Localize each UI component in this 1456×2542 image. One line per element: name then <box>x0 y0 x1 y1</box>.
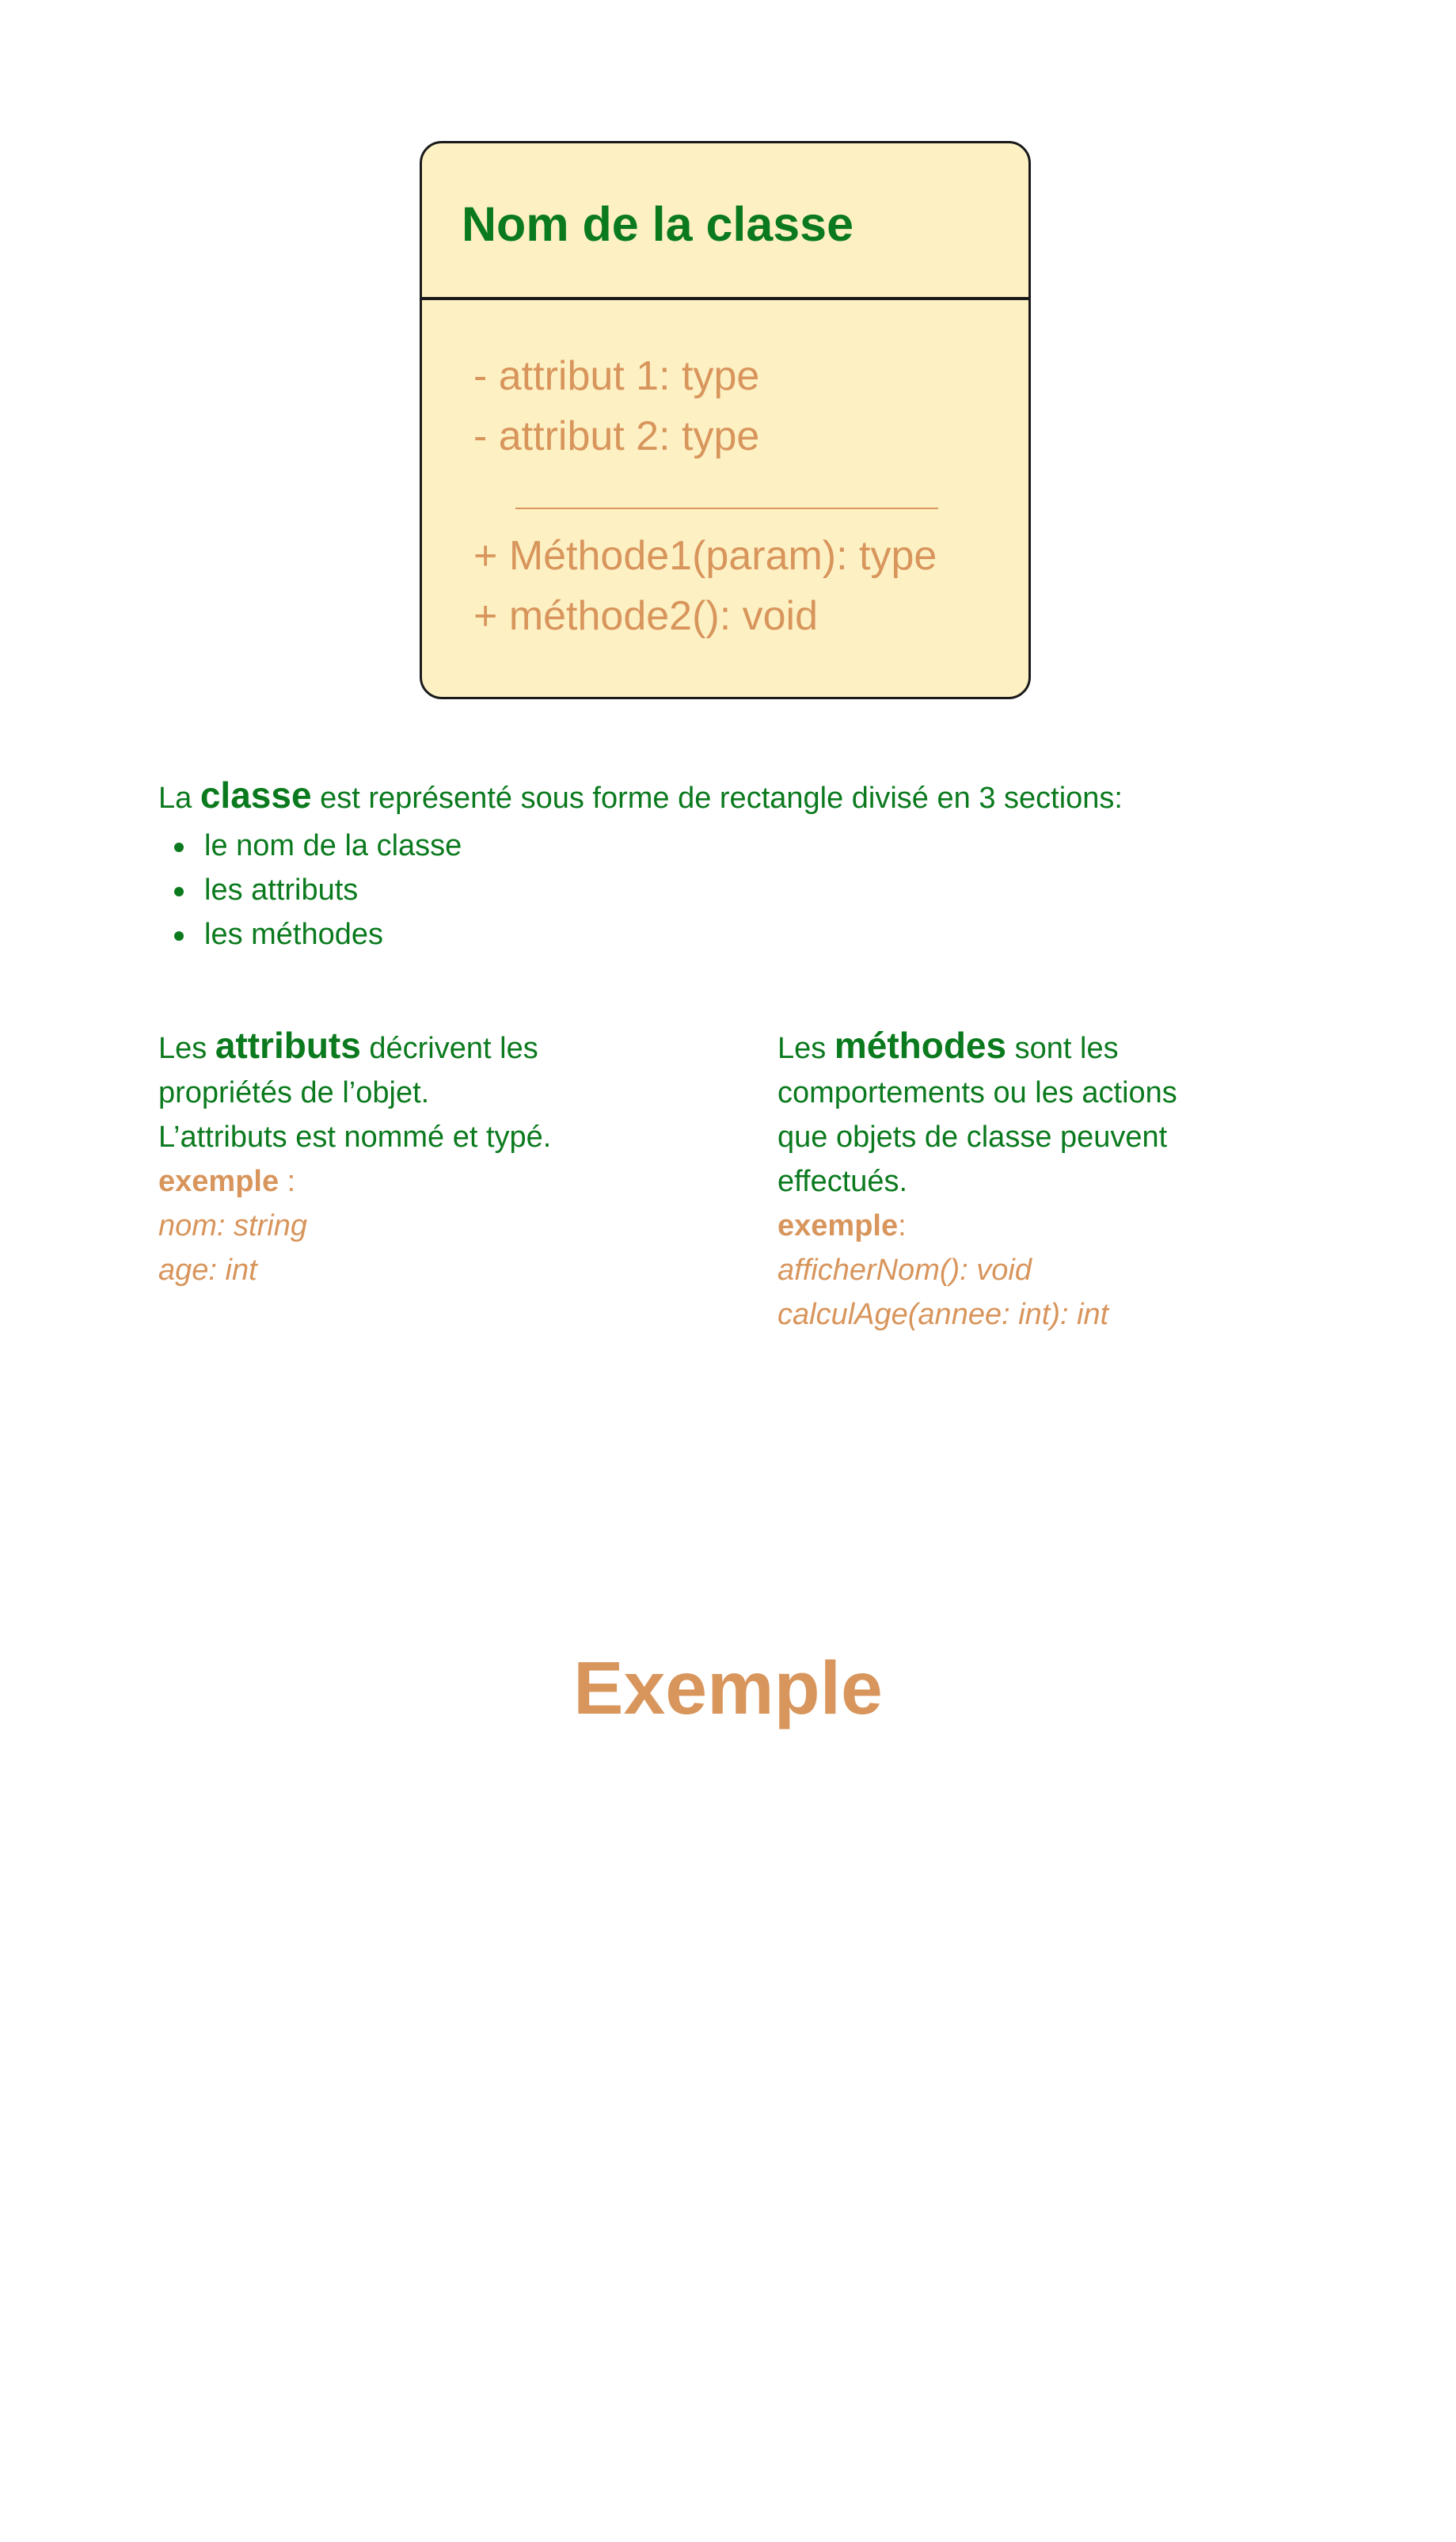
methods-line-1: Les méthodes sont les <box>777 1023 1177 1071</box>
attributes-line-1: Les attributs décrivent les <box>158 1023 551 1071</box>
methods-example-heading: exemple: <box>777 1204 1177 1248</box>
bullet-attributes: les attributs <box>174 868 462 912</box>
attributes-example-label: exemple <box>158 1165 279 1198</box>
methods-example-1: afficherNom(): void <box>777 1254 1032 1287</box>
attributes-example-colon: : <box>279 1165 296 1198</box>
methods-example-2: calculAge(annee: int): int <box>777 1298 1109 1331</box>
bullet-methods: les méthodes <box>174 912 462 957</box>
intro-sentence: La classe est représenté sous forme de r… <box>158 773 1123 820</box>
methods-line-3: que objets de classe peuvent <box>777 1121 1168 1154</box>
uml-header-divider <box>422 297 1028 300</box>
attributes-example-heading: exemple : <box>158 1159 551 1204</box>
section-title: Exemple <box>573 1646 883 1730</box>
attributes-prefix: Les <box>158 1032 215 1065</box>
methods-line-1-suffix: sont les <box>1006 1032 1119 1065</box>
attributes-line-3: L’attributs est nommé et typé. <box>158 1121 552 1154</box>
methods-example-colon: : <box>898 1209 907 1242</box>
attributes-line-1-suffix: décrivent les <box>360 1032 538 1065</box>
attributes-line-2: propriétés de l’objet. <box>158 1076 430 1109</box>
methods-description: Les méthodes sont les comportements ou l… <box>777 1023 1177 1337</box>
attributes-example-2: age: int <box>158 1254 257 1287</box>
methods-line-4: effectués. <box>777 1165 908 1198</box>
methods-prefix: Les <box>777 1032 834 1065</box>
bullet-class-name: le nom de la classe <box>174 824 462 868</box>
uml-class-name: Nom de la classe <box>462 197 854 251</box>
attributes-keyword: attributs <box>215 1025 361 1066</box>
methods-keyword: méthodes <box>834 1025 1007 1066</box>
uml-class-box: Nom de la classe - attribut 1: type - at… <box>420 141 1031 699</box>
methods-example-label: exemple <box>777 1209 899 1242</box>
uml-method-2: + méthode2(): void <box>473 593 819 639</box>
intro-bullet-list: le nom de la classe les attributs les mé… <box>174 824 462 957</box>
attributes-example-1: nom: string <box>158 1209 307 1242</box>
methods-line-2: comportements ou les actions <box>777 1076 1177 1109</box>
uml-attribute-2: - attribut 2: type <box>473 413 760 459</box>
attributes-description: Les attributs décrivent les propriétés d… <box>158 1023 551 1292</box>
uml-method-1: + Méthode1(param): type <box>473 533 937 579</box>
intro-keyword: classe <box>200 774 312 816</box>
uml-attribute-1: - attribut 1: type <box>473 353 760 399</box>
intro-prefix: La <box>158 782 200 815</box>
uml-members-divider <box>515 508 938 509</box>
intro-suffix: est représenté sous forme de rectangle d… <box>311 782 1123 815</box>
